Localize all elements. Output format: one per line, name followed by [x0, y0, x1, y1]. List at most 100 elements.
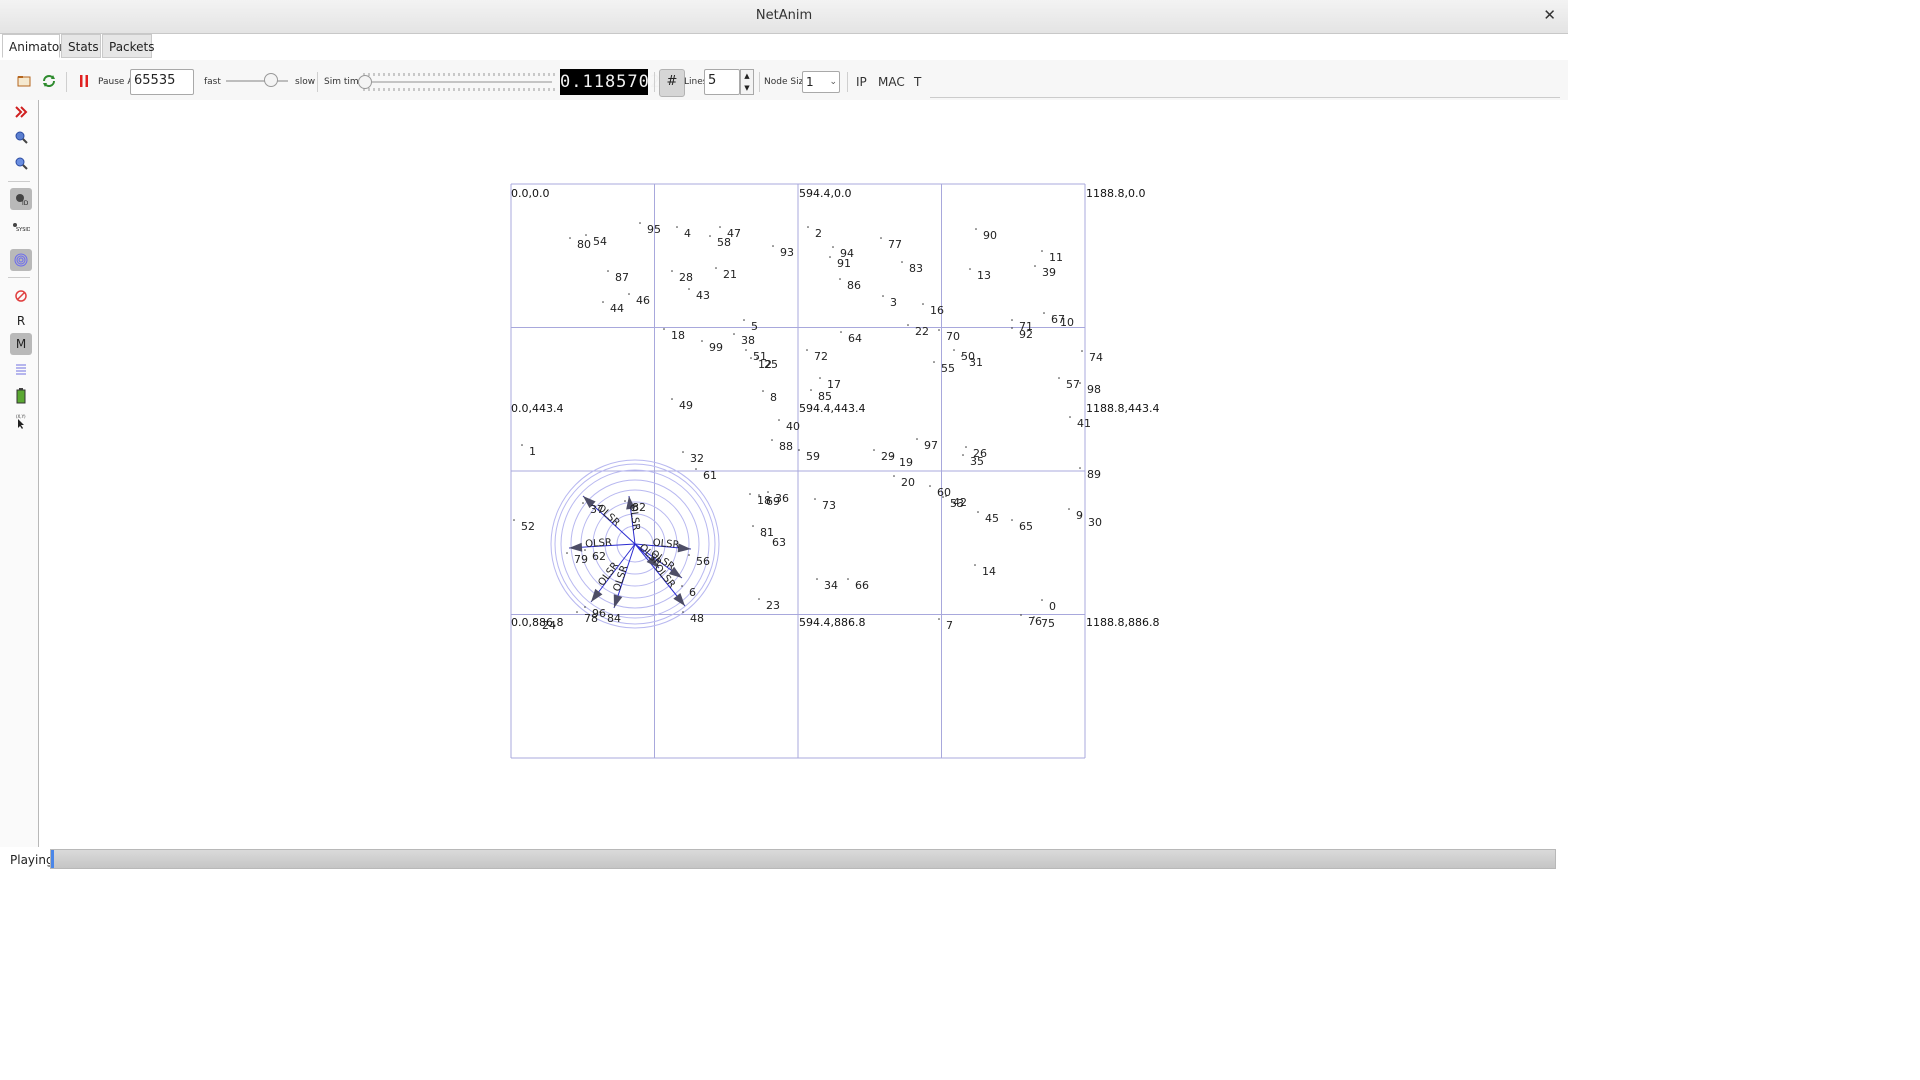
- node-dot[interactable]: [962, 454, 964, 456]
- node-label[interactable]: 3: [890, 296, 897, 309]
- lines-spinbox[interactable]: 5: [704, 69, 740, 95]
- node-dot[interactable]: [584, 606, 586, 608]
- node-label[interactable]: 92: [1019, 328, 1033, 341]
- node-label[interactable]: 34: [824, 579, 838, 592]
- node-label[interactable]: 58: [717, 236, 731, 249]
- node-dot[interactable]: [816, 578, 818, 580]
- node-dot[interactable]: [521, 444, 523, 446]
- grid-toggle-button[interactable]: #: [659, 69, 685, 97]
- chevron-down-icon[interactable]: ▼: [741, 82, 753, 94]
- node-dot[interactable]: [969, 268, 971, 270]
- node-dot[interactable]: [961, 355, 963, 357]
- node-dot[interactable]: [1079, 382, 1081, 384]
- node-label[interactable]: 37: [590, 503, 604, 516]
- node-dot[interactable]: [1080, 515, 1082, 517]
- node-label[interactable]: 56: [696, 555, 710, 568]
- node-label[interactable]: 52: [521, 520, 535, 533]
- node-dot[interactable]: [602, 301, 604, 303]
- node-dot[interactable]: [1058, 377, 1060, 379]
- node-dot[interactable]: [1011, 327, 1013, 329]
- node-label[interactable]: 86: [847, 279, 861, 292]
- node-dot[interactable]: [745, 349, 747, 351]
- node-label[interactable]: 30: [1088, 516, 1102, 529]
- node-label[interactable]: 13: [977, 269, 991, 282]
- node-dot[interactable]: [695, 468, 697, 470]
- lines-stepper[interactable]: ▲ ▼: [740, 69, 754, 95]
- node-dot[interactable]: [1033, 616, 1035, 618]
- node-label[interactable]: 4: [684, 227, 691, 240]
- pause-icon[interactable]: [74, 71, 94, 91]
- tab-packets[interactable]: Packets: [102, 34, 155, 58]
- node-dot[interactable]: [977, 511, 979, 513]
- node-dot[interactable]: [749, 493, 751, 495]
- node-label[interactable]: 43: [696, 289, 710, 302]
- node-dot[interactable]: [832, 246, 834, 248]
- node-label[interactable]: 39: [1042, 266, 1056, 279]
- node-dot[interactable]: [688, 554, 690, 556]
- node-dot[interactable]: [682, 611, 684, 613]
- node-dot[interactable]: [1020, 614, 1022, 616]
- node-label[interactable]: 10: [1060, 316, 1074, 329]
- node-label[interactable]: 29: [881, 450, 895, 463]
- node-label[interactable]: 7: [946, 619, 953, 632]
- node-dot[interactable]: [975, 228, 977, 230]
- node-dot[interactable]: [1011, 519, 1013, 521]
- node-label[interactable]: 69: [766, 495, 780, 508]
- node-label[interactable]: 74: [1089, 351, 1103, 364]
- node-label[interactable]: 35: [970, 455, 984, 468]
- node-label[interactable]: 70: [946, 330, 960, 343]
- node-dot[interactable]: [709, 235, 711, 237]
- node-label[interactable]: 88: [779, 440, 793, 453]
- node-dot[interactable]: [750, 357, 752, 359]
- node-label[interactable]: 72: [814, 350, 828, 363]
- node-label[interactable]: 45: [985, 512, 999, 525]
- lines-list-icon[interactable]: [10, 359, 32, 381]
- node-dot[interactable]: [582, 502, 584, 504]
- node-label[interactable]: 8: [770, 391, 777, 404]
- tab-stats[interactable]: Stats: [61, 34, 101, 58]
- node-label[interactable]: 41: [1077, 417, 1091, 430]
- node-label[interactable]: 53: [950, 497, 964, 510]
- node-dot[interactable]: [585, 234, 587, 236]
- node-dot[interactable]: [942, 496, 944, 498]
- node-dot[interactable]: [1079, 467, 1081, 469]
- t-button[interactable]: T: [914, 75, 921, 89]
- r-button[interactable]: R: [10, 310, 32, 332]
- node-dot[interactable]: [798, 449, 800, 451]
- node-label[interactable]: 46: [636, 294, 650, 307]
- node-label[interactable]: 48: [690, 612, 704, 625]
- node-dot[interactable]: [756, 357, 758, 359]
- node-label[interactable]: 79: [574, 553, 588, 566]
- node-dot[interactable]: [873, 449, 875, 451]
- node-dot[interactable]: [772, 245, 774, 247]
- node-dot[interactable]: [624, 500, 626, 502]
- node-label[interactable]: 63: [772, 536, 786, 549]
- node-label[interactable]: 60: [937, 486, 951, 499]
- node-dot[interactable]: [771, 439, 773, 441]
- node-dot[interactable]: [715, 267, 717, 269]
- node-dot[interactable]: [762, 390, 764, 392]
- node-label[interactable]: 54: [593, 235, 607, 248]
- node-dot[interactable]: [810, 389, 812, 391]
- node-dot[interactable]: [819, 377, 821, 379]
- node-label[interactable]: 95: [647, 223, 661, 236]
- node-dot[interactable]: [933, 361, 935, 363]
- cursor-coordinates-icon[interactable]: (X,Y): [10, 410, 32, 432]
- node-label[interactable]: 18: [671, 329, 685, 342]
- node-dot[interactable]: [806, 349, 808, 351]
- node-label[interactable]: 14: [982, 565, 996, 578]
- node-label[interactable]: 20: [901, 476, 915, 489]
- node-label[interactable]: 75: [1041, 617, 1055, 630]
- sim-time-slider-handle[interactable]: [358, 75, 372, 89]
- node-dot[interactable]: [974, 564, 976, 566]
- node-dot[interactable]: [778, 419, 780, 421]
- node-dot[interactable]: [663, 328, 665, 330]
- animation-canvas[interactable]: OLSR OLSR OLSR OLSR OLSR OLSR OLSR OLSR OLSR 80 5…: [39, 100, 1568, 847]
- node-label[interactable]: 83: [909, 262, 923, 275]
- node-dot[interactable]: [1043, 312, 1045, 314]
- node-label[interactable]: 44: [610, 302, 624, 315]
- node-dot[interactable]: [847, 578, 849, 580]
- node-label[interactable]: 32: [690, 452, 704, 465]
- node-dot[interactable]: [945, 495, 947, 497]
- node-label[interactable]: 21: [723, 268, 737, 281]
